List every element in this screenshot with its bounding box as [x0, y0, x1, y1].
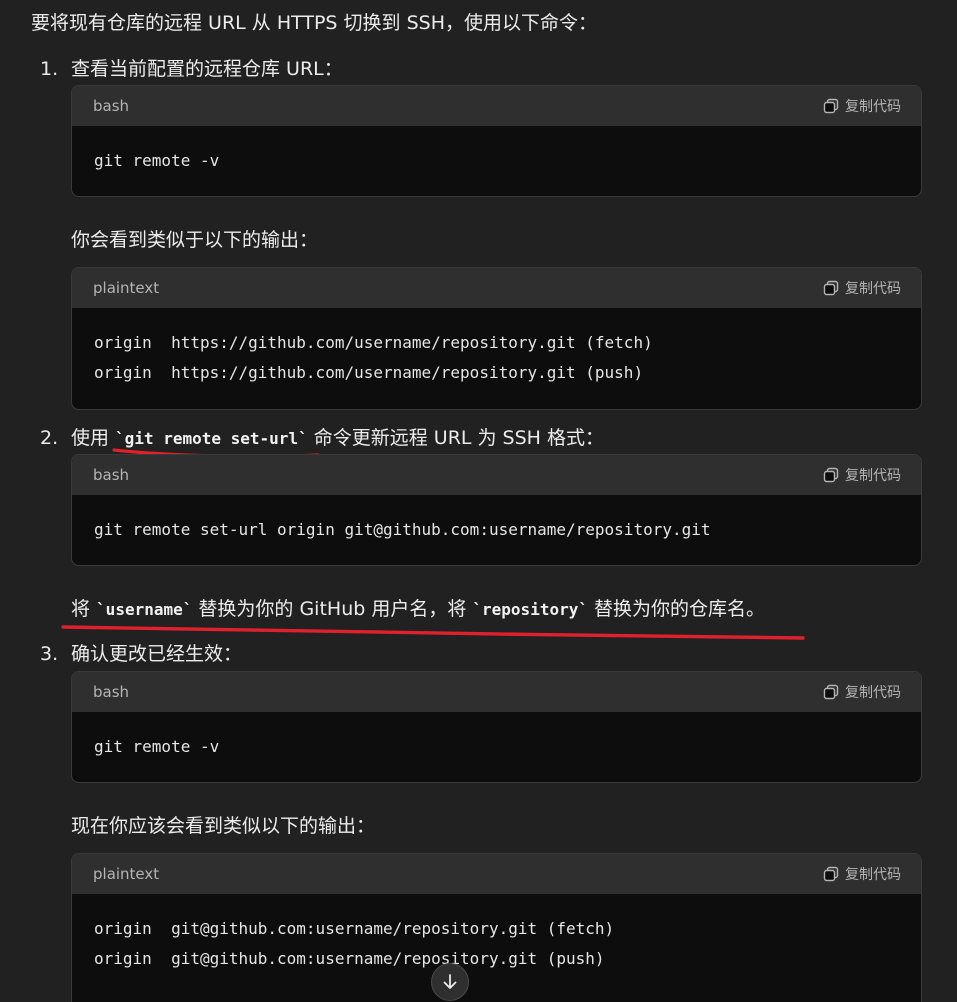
step-2-text-before: 使用: [71, 427, 116, 449]
inline-code-set-url: `git remote set-url`: [115, 429, 308, 448]
code-header: plaintext 复制代码: [72, 268, 921, 308]
code-line: git remote -v: [94, 737, 220, 756]
copy-code-button[interactable]: 复制代码: [823, 465, 901, 485]
copy-icon: [823, 280, 839, 296]
output-intro-2: 现在你应该会看到类似以下的输出：: [71, 815, 376, 837]
step-1-text: 查看当前配置的远程仓库 URL：: [71, 58, 343, 80]
step-2-text-after: 命令更新远程 URL 为 SSH 格式：: [307, 427, 605, 449]
inline-code-repository: `repository`: [472, 600, 588, 619]
replace-note-part1: 将: [71, 598, 97, 620]
code-language: bash: [93, 97, 130, 115]
copy-label: 复制代码: [845, 281, 901, 297]
code-line: origin git@github.com:username/repositor…: [94, 919, 615, 938]
copy-label: 复制代码: [845, 99, 901, 115]
code-language: plaintext: [93, 865, 160, 883]
copy-label: 复制代码: [845, 867, 901, 883]
code-line: origin https://github.com/username/repos…: [94, 363, 644, 382]
code-language: plaintext: [93, 279, 160, 297]
copy-icon: [823, 98, 839, 114]
copy-icon: [823, 866, 839, 882]
code-line: origin https://github.com/username/repos…: [94, 333, 653, 352]
code-block-1: bash 复制代码 git remote -v: [71, 85, 922, 197]
code-line: git remote -v: [94, 151, 220, 170]
replace-note-part2: 替换为你的 GitHub 用户名，将: [192, 598, 473, 620]
code-block-2: plaintext 复制代码 origin https://github.com…: [71, 267, 922, 410]
code-line: git remote set-url origin git@github.com…: [94, 520, 711, 539]
code-block-3: bash 复制代码 git remote set-url origin git@…: [71, 454, 922, 566]
code-header: bash 复制代码: [72, 86, 921, 126]
code-line: origin git@github.com:username/repositor…: [94, 949, 605, 968]
scroll-to-bottom-button[interactable]: [431, 963, 469, 1001]
step-1-number: 1.: [40, 58, 59, 80]
replace-note: 将 `username` 替换为你的 GitHub 用户名，将 `reposit…: [71, 596, 765, 623]
step-2-number: 2.: [40, 427, 59, 449]
chat-message: 要将现有仓库的远程 URL 从 HTTPS 切换到 SSH，使用以下命令： 1.…: [0, 0, 957, 1002]
intro-text: 要将现有仓库的远程 URL 从 HTTPS 切换到 SSH，使用以下命令：: [31, 12, 597, 34]
code-body: origin git@github.com:username/repositor…: [72, 894, 921, 974]
code-body: git remote set-url origin git@github.com…: [72, 495, 921, 545]
code-block-5: plaintext 复制代码 origin git@github.com:use…: [71, 853, 922, 1002]
copy-code-button[interactable]: 复制代码: [823, 682, 901, 702]
code-body: git remote -v: [72, 712, 921, 762]
copy-icon: [823, 684, 839, 700]
step-3-number: 3.: [40, 643, 59, 665]
code-language: bash: [93, 466, 130, 484]
step-2-text: 使用 `git remote set-url` 命令更新远程 URL 为 SSH…: [71, 425, 604, 452]
copy-code-button[interactable]: 复制代码: [823, 96, 901, 116]
copy-label: 复制代码: [845, 685, 901, 701]
replace-note-part3: 替换为你的仓库名。: [587, 598, 766, 620]
copy-code-button[interactable]: 复制代码: [823, 278, 901, 298]
code-body: origin https://github.com/username/repos…: [72, 308, 921, 388]
output-intro-1: 你会看到类似于以下的输出：: [71, 229, 319, 251]
code-header: bash 复制代码: [72, 672, 921, 712]
code-body: git remote -v: [72, 126, 921, 176]
arrow-down-icon: [443, 974, 457, 989]
code-header: bash 复制代码: [72, 455, 921, 495]
step-3-text: 确认更改已经生效：: [71, 643, 243, 665]
code-block-4: bash 复制代码 git remote -v: [71, 671, 922, 783]
copy-code-button[interactable]: 复制代码: [823, 864, 901, 884]
code-header: plaintext 复制代码: [72, 854, 921, 894]
inline-code-username: `username`: [96, 600, 193, 619]
copy-label: 复制代码: [845, 468, 901, 484]
code-language: bash: [93, 683, 130, 701]
copy-icon: [823, 467, 839, 483]
